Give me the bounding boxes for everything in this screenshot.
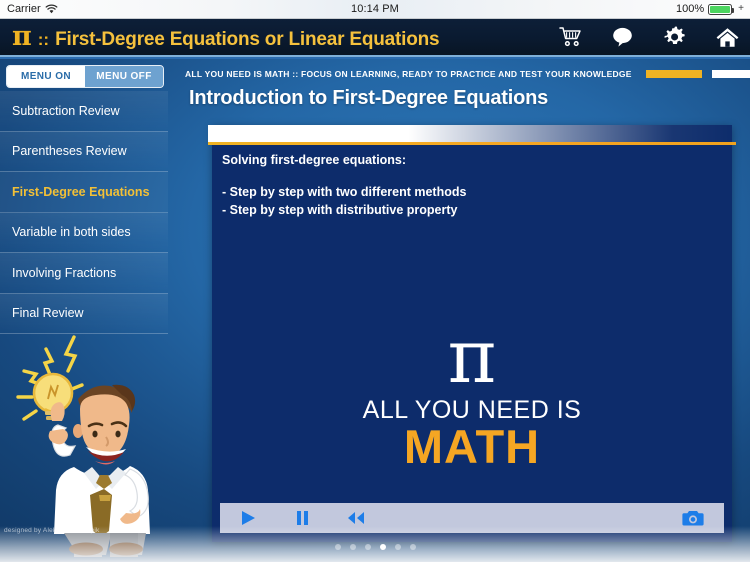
marquee-bars <box>645 70 750 78</box>
cart-icon[interactable] <box>558 24 584 50</box>
sidebar-item-first-degree-equations[interactable]: First-Degree Equations <box>0 172 168 213</box>
slide-text-block: Solving first-degree equations: - Step b… <box>222 153 722 220</box>
pager-dot-1[interactable] <box>334 544 341 550</box>
sidebar-item-involving-fractions[interactable]: Involving Fractions <box>0 253 168 294</box>
sidebar-item-subtraction-review[interactable]: Subtraction Review <box>0 91 168 132</box>
pager-dot-2[interactable] <box>349 544 356 550</box>
pi-logo-icon: π <box>12 21 32 52</box>
sidebar-item-parentheses-review[interactable]: Parentheses Review <box>0 131 168 172</box>
content-stage: ALL YOU NEED IS MATH :: FOCUS ON LEARNIN… <box>0 59 750 562</box>
marquee-bar-gold <box>645 70 702 78</box>
media-player-bar <box>220 503 724 533</box>
pi-symbol-icon: π <box>447 314 497 400</box>
app-brand: π :: First-Degree Equations or Linear Eq… <box>0 21 440 52</box>
menu-off-button[interactable]: MENU OFF <box>85 66 163 87</box>
all-you-need-is-math-logo: π ALL YOU NEED IS MATH <box>212 314 732 474</box>
play-button[interactable] <box>238 509 258 527</box>
app-root: Carrier 10:14 PM 100% + π :: First-Degre… <box>0 0 750 562</box>
brand-separator: :: <box>37 30 50 49</box>
charging-plus-icon: + <box>738 3 744 14</box>
menu-toggle-group: MENU ON MENU OFF <box>6 65 164 88</box>
status-bar-right: 100% + <box>676 3 744 15</box>
player-controls <box>220 509 366 527</box>
app-title: First-Degree Equations or Linear Equatio… <box>55 29 440 50</box>
rewind-button[interactable] <box>346 509 366 527</box>
battery-percent-label: 100% <box>676 3 705 15</box>
slide-top-highlight-bar <box>208 125 736 142</box>
page-title: Introduction to First-Degree Equations <box>189 87 549 109</box>
pager-dot-5[interactable] <box>394 544 401 550</box>
sidebar-item-variable-in-both-sides[interactable]: Variable in both sides <box>0 212 168 253</box>
pager-dot-4[interactable] <box>379 544 386 550</box>
marquee-bar-white <box>711 70 750 78</box>
slide-gold-divider <box>208 142 736 145</box>
marquee-strip: ALL YOU NEED IS MATH :: FOCUS ON LEARNIN… <box>185 67 750 81</box>
thinking-man-lightbulb-illustration <box>0 327 168 557</box>
slide-bullet-1: - Step by step with two different method… <box>222 185 467 199</box>
status-bar-clock: 10:14 PM <box>351 3 399 15</box>
speech-bubble-icon[interactable] <box>610 24 636 50</box>
slide-heading: Solving first-degree equations: <box>222 153 407 167</box>
pause-button[interactable] <box>292 509 312 527</box>
pager-dot-6[interactable] <box>409 544 416 550</box>
sidebar-menu-list: Subtraction Review Parentheses Review Fi… <box>0 91 168 334</box>
marquee-text: ALL YOU NEED IS MATH :: FOCUS ON LEARNIN… <box>185 69 632 79</box>
app-header-actions <box>558 24 740 50</box>
pager-dots <box>0 544 750 550</box>
slide-bullet-2: - Step by step with distributive propert… <box>222 202 458 217</box>
camera-button[interactable] <box>682 509 704 527</box>
slide-panel: Solving first-degree equations: - Step b… <box>208 125 736 542</box>
pager-dot-3[interactable] <box>364 544 371 550</box>
logo-line-2: MATH <box>403 420 541 474</box>
home-icon[interactable] <box>714 24 740 50</box>
app-header-bar: π :: First-Degree Equations or Linear Eq… <box>0 19 750 57</box>
battery-icon <box>708 3 735 15</box>
menu-on-button[interactable]: MENU ON <box>7 66 85 87</box>
ios-status-bar: Carrier 10:14 PM 100% + <box>0 0 750 19</box>
illustration-credit: designed by Alekksall / Freepik <box>4 527 100 534</box>
gear-icon[interactable] <box>662 24 688 50</box>
